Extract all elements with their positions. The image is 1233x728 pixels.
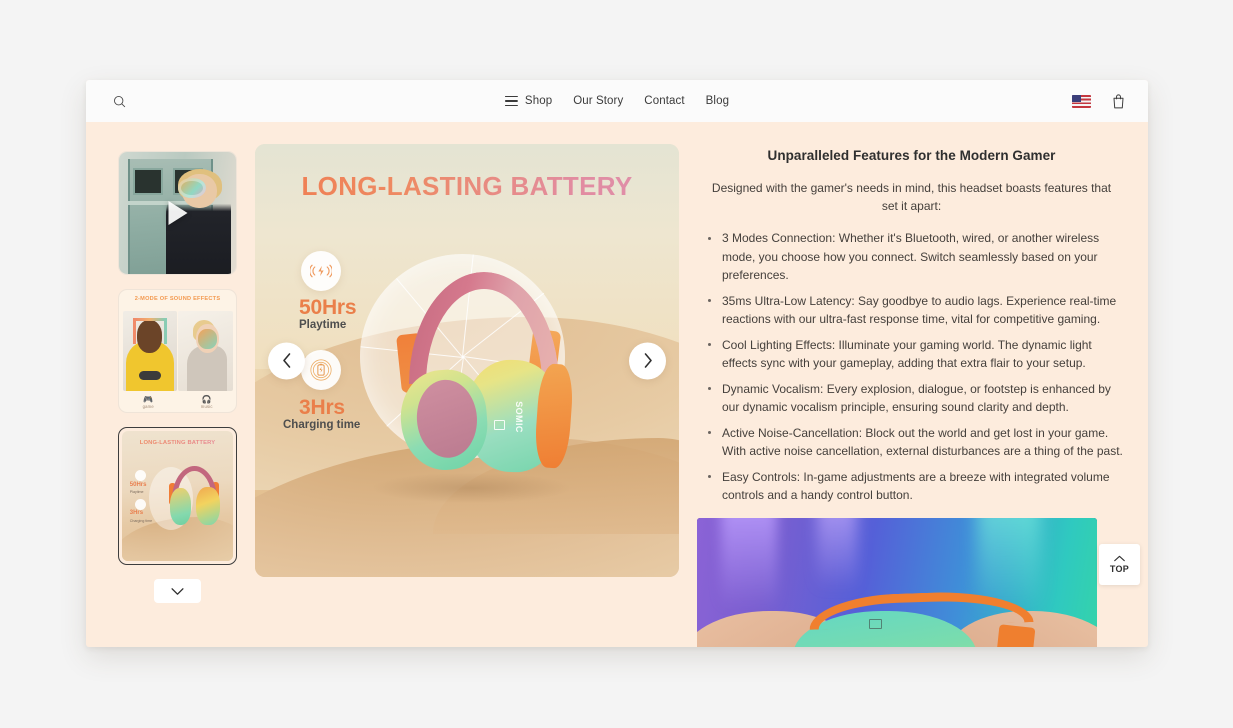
battery-badge <box>301 350 341 390</box>
nav-item-contact[interactable]: Contact <box>644 95 684 107</box>
feature-item: Active Noise-Cancellation: Block out the… <box>703 424 1126 461</box>
header-actions <box>1072 93 1126 109</box>
thumbnail-column: 2-MODE OF SOUND EFFECTS 🎮 game 🎧 music L… <box>118 144 237 647</box>
thumbnail-stat-label-playtime: Playtime <box>129 490 144 495</box>
thumbnail-video[interactable] <box>118 151 237 275</box>
main-navigation: Shop Our Story Contact Blog <box>504 95 729 107</box>
thumbnail-battery-image: LONG-LASTING BATTERY 50Hrs Playtime 3Hrs… <box>122 431 233 561</box>
thumbnail-battery[interactable]: LONG-LASTING BATTERY 50Hrs Playtime 3Hrs… <box>118 427 237 565</box>
next-thumbnails-button[interactable] <box>154 579 201 603</box>
stat-label-charging: Charging time <box>283 419 361 431</box>
control-button-icon <box>494 420 505 430</box>
nav-item-blog[interactable]: Blog <box>706 95 729 107</box>
headset-product: SOMIC <box>395 272 575 475</box>
feature-item: Dynamic Vocalism: Every explosion, dialo… <box>703 380 1126 417</box>
page-window: Shop Our Story Contact Blog 2-MODE OF SO… <box>86 80 1148 647</box>
feature-list: 3 Modes Connection: Whether it's Bluetoo… <box>697 229 1126 505</box>
nav-item-shop[interactable]: Shop <box>504 95 553 107</box>
scroll-to-top-label: TOP <box>1109 564 1130 574</box>
mode-label-music: music <box>200 404 213 409</box>
wireless-charging-badge <box>301 251 341 291</box>
hamburger-menu-icon <box>504 95 518 107</box>
thumbnail-stat-label-charging: Charging time <box>129 518 153 523</box>
chevron-down-icon <box>171 587 184 595</box>
product-demo-video[interactable] <box>697 517 1097 647</box>
wireless-charging-icon <box>310 264 332 278</box>
feature-item: Easy Controls: In-game adjustments are a… <box>703 468 1126 505</box>
chevron-up-icon <box>1114 555 1125 562</box>
battery-icon <box>310 359 332 381</box>
nav-label-shop: Shop <box>524 95 553 107</box>
product-main-image[interactable]: LONG-LASTING BATTERY SOMIC 50Hrs Playtim… <box>255 144 679 577</box>
headset-control-button-icon <box>869 618 882 629</box>
play-icon[interactable] <box>168 201 187 225</box>
thumbnail-battery-caption: LONG-LASTING BATTERY <box>122 440 233 446</box>
carousel-prev-button[interactable] <box>268 342 305 379</box>
nav-item-our-story[interactable]: Our Story <box>573 95 623 107</box>
section-intro: Designed with the gamer's needs in mind,… <box>711 181 1112 213</box>
brand-logo: SOMIC <box>514 401 525 433</box>
product-description-column: Unparalleled Features for the Modern Gam… <box>697 144 1140 647</box>
gamepad-icon: 🎮 <box>143 395 154 404</box>
chevron-right-icon <box>644 353 652 368</box>
carousel-next-button[interactable] <box>629 342 666 379</box>
search-button[interactable] <box>106 88 132 114</box>
thumbnail-sound-effects[interactable]: 2-MODE OF SOUND EFFECTS 🎮 game 🎧 music <box>118 289 237 413</box>
stat-value-charging: 3Hrs <box>299 396 345 419</box>
shopping-bag-icon[interactable] <box>1111 93 1126 109</box>
product-gallery-section: 2-MODE OF SOUND EFFECTS 🎮 game 🎧 music L… <box>86 122 1148 647</box>
site-header: Shop Our Story Contact Blog <box>86 80 1148 122</box>
feature-item: 35ms Ultra-Low Latency: Say goodbye to a… <box>703 292 1126 329</box>
stat-value-playtime: 50Hrs <box>299 296 357 319</box>
thumbnail-stat-value-charging: 3Hrs <box>129 510 144 517</box>
search-icon <box>113 95 125 107</box>
thumbnail-video-image <box>119 152 236 274</box>
feature-item: 3 Modes Connection: Whether it's Bluetoo… <box>703 229 1126 285</box>
chevron-left-icon <box>282 353 290 368</box>
stat-label-playtime: Playtime <box>299 319 347 331</box>
section-title: Unparalleled Features for the Modern Gam… <box>767 148 1056 163</box>
thumbnail-sound-effects-caption: 2-MODE OF SOUND EFFECTS <box>134 296 221 302</box>
us-flag-icon[interactable] <box>1072 94 1091 108</box>
feature-item: Cool Lighting Effects: Illuminate your g… <box>703 336 1126 373</box>
scroll-to-top-button[interactable]: TOP <box>1099 544 1140 585</box>
thumbnail-sound-effects-image: 2-MODE OF SOUND EFFECTS 🎮 game 🎧 music <box>119 290 236 412</box>
headphones-icon: 🎧 <box>201 395 212 404</box>
product-image-title: LONG-LASTING BATTERY <box>255 171 679 202</box>
thumbnail-stat-value-playtime: 50Hrs <box>129 481 147 488</box>
mode-label-game: game <box>142 404 154 409</box>
